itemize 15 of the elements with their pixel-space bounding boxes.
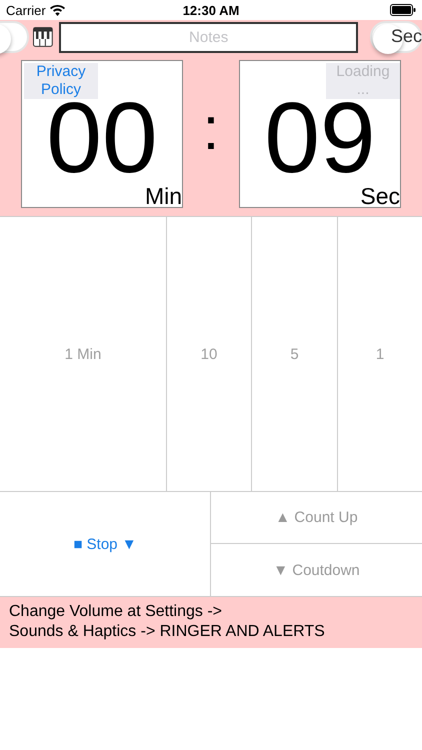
wifi-icon — [50, 4, 65, 16]
volume-hint: Change Volume at Settings -> Sounds & Haptics -> RINGER AND ALERTS — [0, 596, 422, 648]
time-separator: : — [202, 95, 220, 162]
unit-label: Sec — [360, 184, 400, 209]
carrier-label: Carrier — [6, 2, 46, 18]
status-time: 12:30 AM — [182, 2, 240, 18]
switch-label: Sec — [390, 25, 422, 47]
timer-digits: 00 — [46, 101, 158, 175]
privacy-link[interactable]: Privacy Policy — [24, 63, 98, 99]
notes-field[interactable]: Notes — [59, 22, 358, 52]
toggle-switch[interactable] — [370, 21, 422, 53]
piano-icon[interactable] — [33, 27, 54, 47]
timer-digits: 09 — [264, 101, 376, 175]
unit-label: Min — [144, 184, 182, 209]
battery-icon — [390, 4, 416, 16]
